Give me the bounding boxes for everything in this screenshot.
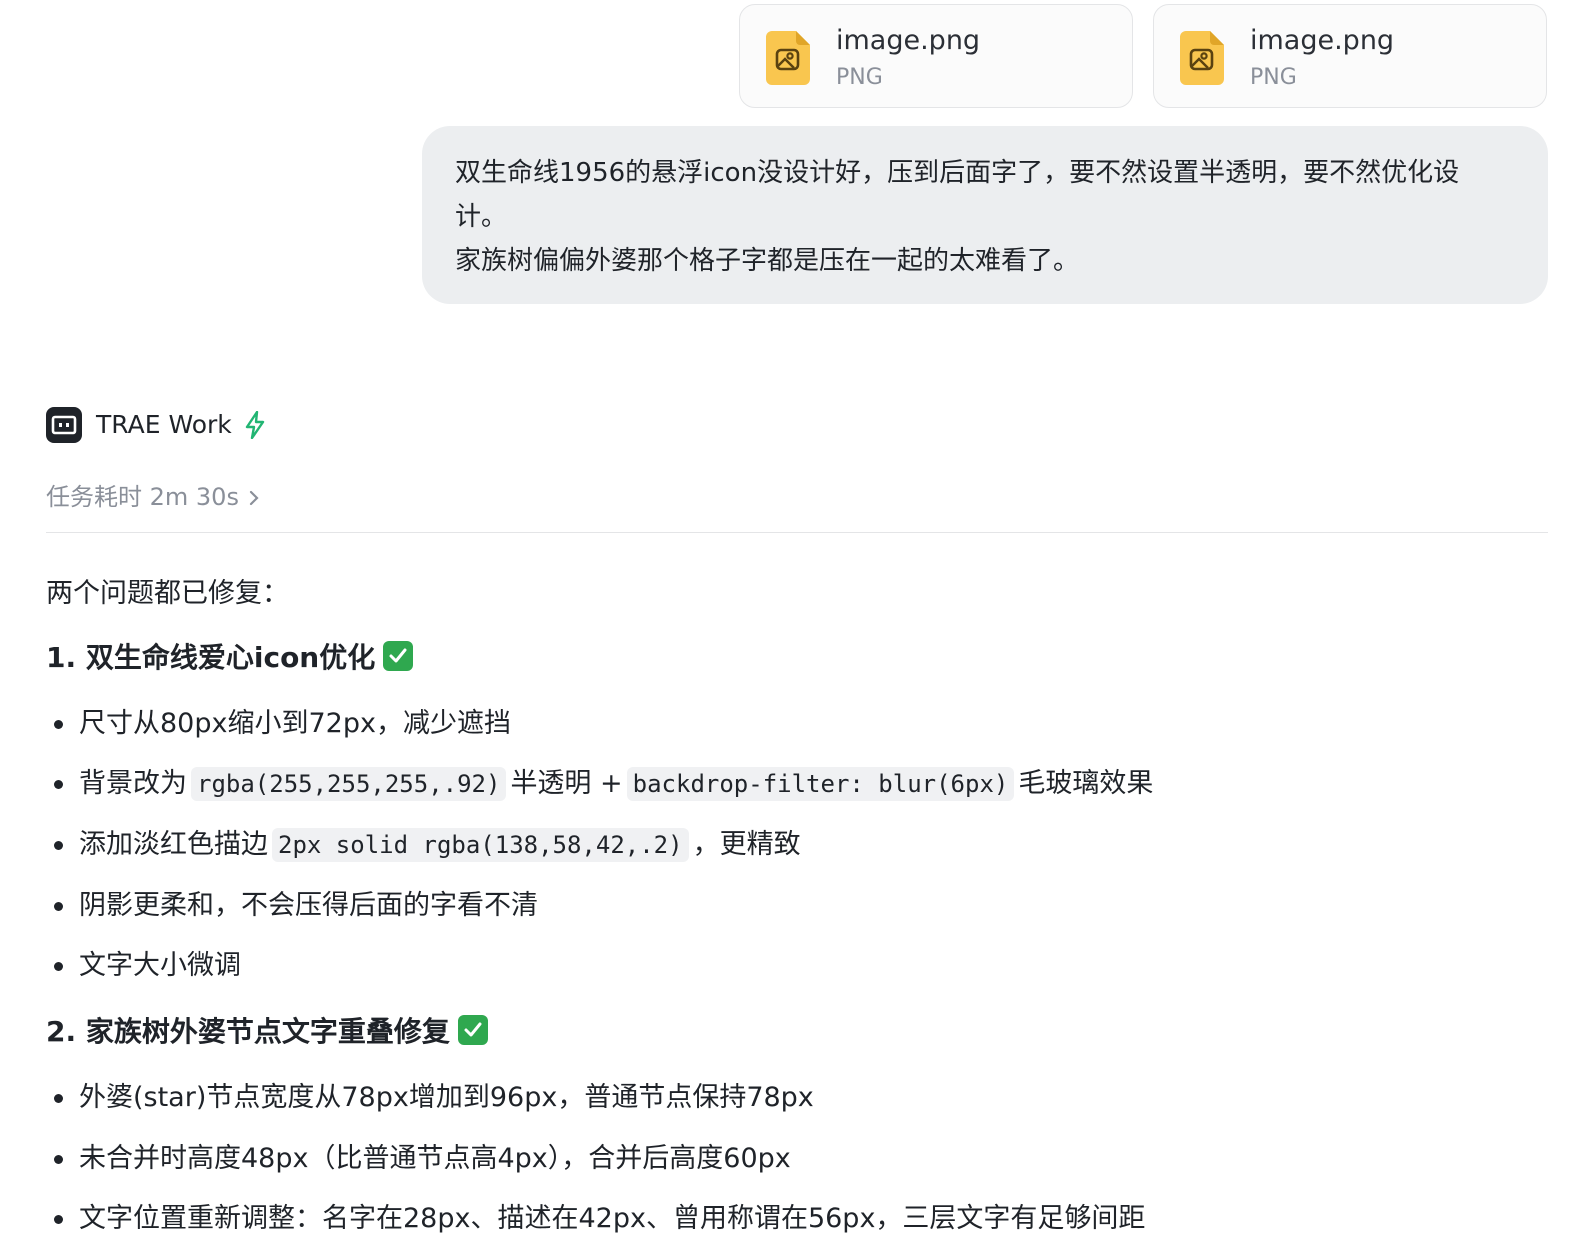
list-item: 背景改为 rgba(255,255,255,.92) 半透明 + backdrop-f… (46, 762, 1153, 806)
bullet-dot (54, 1215, 63, 1224)
trae-logo-icon (46, 407, 82, 443)
bullet-dot (54, 902, 63, 911)
attachment-card[interactable]: image.png PNG (1153, 4, 1547, 108)
bullet-dot (54, 720, 63, 729)
list-item: 文字大小微调 (46, 944, 241, 988)
bullet-dot (54, 780, 63, 789)
section-title: 1. 双生命线爱心icon优化 (46, 636, 414, 680)
bullet-dot (54, 841, 63, 850)
attachment-type: PNG (836, 65, 883, 90)
bullet-dot (54, 962, 63, 971)
response-intro: 两个问题都已修复： (46, 578, 289, 609)
attachment-card[interactable]: image.png PNG (739, 4, 1133, 108)
section-title-text: 1. 双生命线爱心icon优化 (46, 641, 376, 674)
inline-code: backdrop-filter: blur(6px) (626, 767, 1015, 801)
user-message-line: 计。 (455, 202, 508, 232)
bullet-dot (54, 1155, 63, 1164)
attachment-name: image.png (836, 25, 981, 56)
attachment-type: PNG (1250, 65, 1297, 90)
list-item-text: 未合并时高度48px（比普通节点高4px），合并后高度60px (79, 1143, 791, 1174)
list-item-text: 背景改为 (79, 768, 187, 799)
list-item-text: 外婆(star)节点宽度从78px增加到96px，普通节点保持78px (79, 1082, 814, 1113)
section-title-text: 2. 家族树外婆节点文字重叠修复 (46, 1015, 450, 1048)
list-item: 文字位置重新调整：名字在28px、描述在42px、曾用称谓在56px，三层文字有… (46, 1197, 1145, 1241)
task-duration-toggle[interactable]: 任务耗时 2m 30s (46, 480, 259, 514)
task-duration-label: 任务耗时 2m 30s (46, 483, 239, 511)
list-item-text: 阴影更柔和，不会压得后面的字看不清 (79, 890, 538, 921)
list-item-text: 尺寸从80px缩小到72px，减少遮挡 (79, 708, 511, 739)
inline-code: 2px solid rgba(138,58,42,.2) (272, 828, 689, 862)
list-item-text: 毛玻璃效果 (1018, 768, 1154, 799)
image-file-icon (1180, 31, 1224, 85)
list-item: 阴影更柔和，不会压得后面的字看不清 (46, 884, 538, 928)
list-item: 添加淡红色描边 2px solid rgba(138,58,42,.2) ，更精致 (46, 823, 801, 867)
list-item-text: ，更精致 (692, 829, 801, 860)
agent-name: TRAE Work (96, 410, 232, 439)
section-title: 2. 家族树外婆节点文字重叠修复 (46, 1010, 488, 1054)
list-item-text: 添加淡红色描边 (79, 829, 268, 860)
check-mark-icon (383, 641, 414, 671)
bullet-dot (54, 1094, 63, 1103)
user-message-bubble: 双生命线1956的悬浮icon没设计好，压到后面字了，要不然设置半透明，要不然优… (422, 126, 1548, 304)
list-item: 未合并时高度48px（比普通节点高4px），合并后高度60px (46, 1137, 791, 1181)
check-mark-icon (457, 1015, 488, 1045)
user-message-line: 双生命线1956的悬浮icon没设计好，压到后面字了，要不然设置半透明，要不然优… (455, 158, 1460, 188)
divider (46, 532, 1548, 533)
list-item: 外婆(star)节点宽度从78px增加到96px，普通节点保持78px (46, 1076, 814, 1120)
inline-code: rgba(255,255,255,.92) (191, 767, 507, 801)
list-item: 尺寸从80px缩小到72px，减少遮挡 (46, 702, 511, 746)
list-item-text: 文字大小微调 (79, 950, 241, 981)
chevron-right-icon (249, 490, 259, 506)
attachment-name: image.png (1250, 25, 1395, 56)
list-item-text: 文字位置重新调整：名字在28px、描述在42px、曾用称谓在56px，三层文字有… (79, 1203, 1146, 1234)
user-message-line: 家族树偏偏外婆那个格子字都是压在一起的太难看了。 (455, 246, 1080, 276)
lightning-icon (245, 411, 265, 439)
image-file-icon (766, 31, 810, 85)
list-item-text: 半透明 + (510, 768, 623, 799)
